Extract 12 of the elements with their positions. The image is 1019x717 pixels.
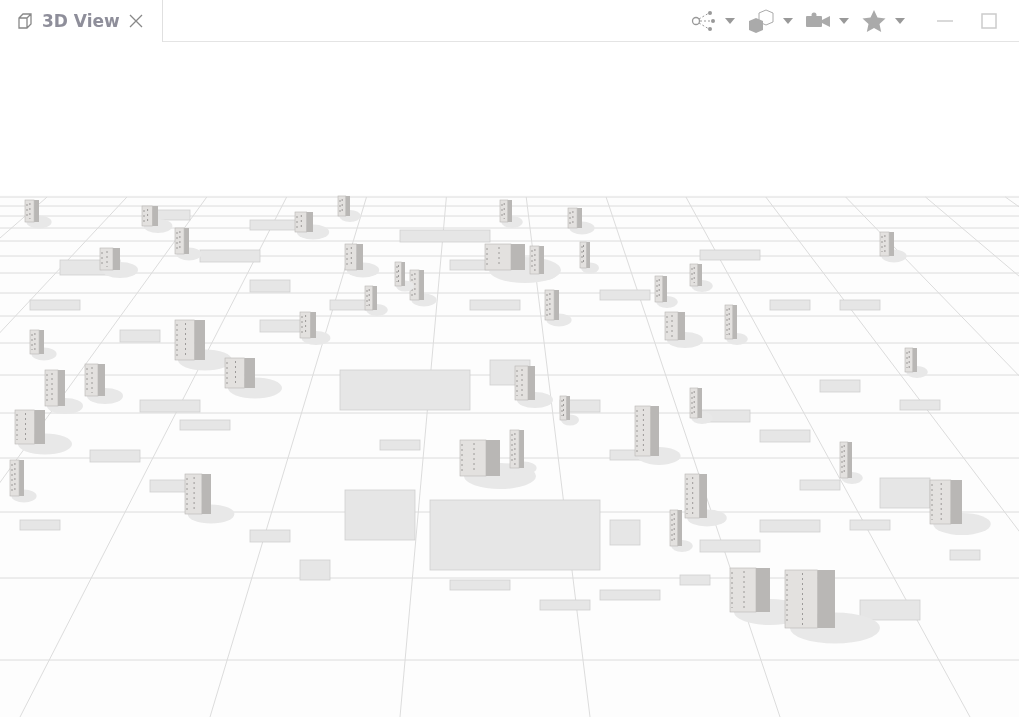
maximize-icon[interactable] — [981, 12, 997, 29]
star-icon[interactable] — [861, 8, 887, 33]
caret-icon[interactable] — [895, 17, 905, 24]
caret-icon[interactable] — [725, 17, 735, 24]
view-tab[interactable]: 3D View — [0, 0, 163, 42]
cubes-icon[interactable] — [747, 8, 775, 33]
cube-icon — [16, 12, 34, 30]
caret-icon[interactable] — [839, 17, 849, 24]
caret-icon[interactable] — [783, 17, 793, 24]
close-icon[interactable] — [127, 13, 144, 29]
network-icon[interactable] — [691, 9, 717, 32]
video-camera-icon[interactable] — [805, 11, 831, 30]
